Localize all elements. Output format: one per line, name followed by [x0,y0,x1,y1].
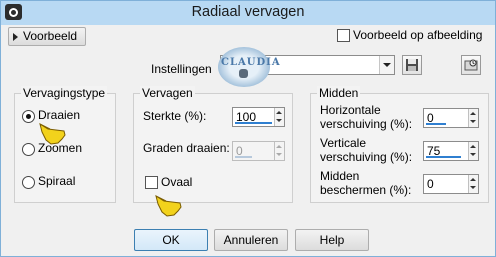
up-arrow-icon [470,112,476,115]
radio-zoomen[interactable] [22,143,35,156]
help-button[interactable]: Help [295,229,369,251]
h-offset-label-line2: verschuiving (%): [320,117,413,131]
twist-level-bar [235,156,252,158]
protect-label-line2: beschermen (%): [320,183,412,197]
manage-presets-button[interactable] [461,55,481,75]
oval-checkbox[interactable] [145,176,158,189]
preview-toggle-button[interactable]: Voorbeeld [8,27,86,46]
v-offset-stepper-arrows[interactable] [468,142,478,160]
down-arrow-icon [276,153,282,156]
twist-label: Graden draaien: [143,141,230,155]
dialog-window: Radiaal vervagen Voorbeeld Voorbeeld op … [0,0,496,257]
oval-label: Ovaal [161,175,193,189]
protect-stepper-arrows[interactable] [468,175,478,193]
preview-on-image-label: Voorbeeld op afbeelding [353,28,483,42]
h-offset-stepper-arrows[interactable] [468,109,478,127]
protect-label-line1: Midden [320,169,360,183]
dog-figure-icon [239,69,248,78]
radio-spiraal-label: Spiraal [38,174,76,188]
strength-spinner[interactable]: 100 [232,107,285,127]
window-title: Radiaal vervagen [191,4,305,20]
up-arrow-icon [470,178,476,181]
v-offset-label-line2: verschuiving (%): [320,150,413,164]
blur-type-title: Vervagingstype [21,86,108,100]
blur-type-group: Vervagingstype Draaien Zoomen Spiraal [14,86,116,203]
down-arrow-icon [470,186,476,189]
preset-folder-icon [464,59,478,71]
up-arrow-icon [470,145,476,148]
protect-value: 0 [427,177,434,191]
v-offset-label-line1: Verticale [320,136,367,150]
radio-spiraal[interactable] [22,176,35,189]
strength-level-bar [235,122,272,124]
v-offset-level-bar [426,156,461,158]
h-offset-level-bar [426,123,446,125]
preview-button-label: Voorbeeld [23,29,78,43]
floppy-disk-icon [406,59,418,71]
v-offset-spinner[interactable]: 75 [423,141,479,161]
pointing-hand-icon [39,122,66,145]
center-group-title: Midden [317,86,361,100]
triangle-right-icon [13,33,18,41]
logo-text: CLAUDIA [221,57,281,68]
preview-on-image-checkbox[interactable] [337,29,350,42]
twist-spinner[interactable]: 0 [232,141,285,161]
up-arrow-icon [276,111,282,114]
down-arrow-icon [276,119,282,122]
twist-stepper-arrows[interactable] [274,142,284,160]
watermark-logo: CLAUDIA [218,47,281,87]
cancel-button[interactable]: Annuleren [214,229,288,251]
h-offset-spinner[interactable]: 0 [423,108,479,128]
settings-label: Instellingen [151,62,212,76]
strength-stepper-arrows[interactable] [274,108,284,126]
blur-group: Vervagen Sterkte (%): 100 Graden draaien… [133,86,293,203]
up-arrow-icon [276,145,282,148]
protect-spinner[interactable]: 0 [423,174,479,194]
radio-draaien[interactable] [22,110,35,123]
blur-group-title: Vervagen [140,86,195,100]
h-offset-label-line1: Horizontale [320,103,381,117]
down-arrow-icon [470,153,476,156]
pointing-hand-icon [155,194,182,217]
strength-label: Sterkte (%): [143,109,207,123]
save-preset-button[interactable] [402,55,422,75]
ok-button[interactable]: OK [134,229,208,251]
chevron-down-icon[interactable] [379,56,394,74]
center-group: Midden Horizontale verschuiving (%): 0 V… [310,86,489,203]
title-bar[interactable]: Radiaal vervagen [1,1,495,25]
down-arrow-icon [470,120,476,123]
